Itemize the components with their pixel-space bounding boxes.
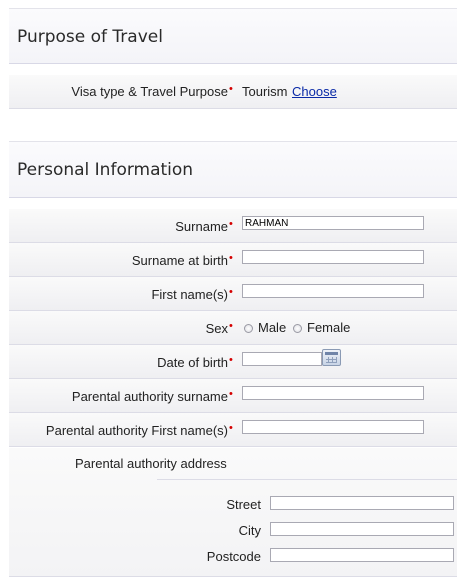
required-marker: • bbox=[229, 252, 233, 264]
parental-address-block: Parental authority address Street City P… bbox=[9, 448, 457, 577]
visa-type-row: Visa type & Travel Purpose • Tourism Cho… bbox=[9, 75, 457, 109]
first-name-row: First name(s) • bbox=[9, 277, 457, 311]
choose-visa-link[interactable]: Choose bbox=[292, 84, 337, 99]
divider bbox=[157, 479, 457, 480]
parental-surname-row: Parental authority surname • bbox=[9, 379, 457, 413]
parental-surname-label: Parental authority surname bbox=[71, 389, 228, 404]
sex-female-radio[interactable] bbox=[293, 324, 302, 333]
sex-male-radio[interactable] bbox=[244, 324, 253, 333]
street-label: Street bbox=[226, 497, 261, 512]
parental-first-name-input[interactable] bbox=[242, 420, 424, 434]
required-marker: • bbox=[229, 320, 233, 332]
parental-first-name-row: Parental authority First name(s) • bbox=[9, 413, 457, 447]
required-marker: • bbox=[229, 422, 233, 434]
city-input[interactable] bbox=[270, 522, 454, 536]
date-of-birth-row: Date of birth • bbox=[9, 345, 457, 379]
required-marker: • bbox=[229, 388, 233, 400]
sex-row: Sex • Male Female bbox=[9, 311, 457, 345]
calendar-icon[interactable] bbox=[322, 349, 341, 366]
sex-female-label[interactable]: Female bbox=[307, 320, 350, 335]
surname-input[interactable] bbox=[242, 216, 424, 230]
sex-male-label[interactable]: Male bbox=[258, 320, 286, 335]
required-marker: • bbox=[229, 83, 233, 95]
surname-row: Surname • bbox=[9, 209, 457, 243]
first-name-input[interactable] bbox=[242, 284, 424, 298]
purpose-section-title: Purpose of Travel bbox=[17, 27, 163, 47]
street-input[interactable] bbox=[270, 496, 454, 510]
date-of-birth-input[interactable] bbox=[242, 352, 322, 366]
parental-first-name-label: Parental authority First name(s) bbox=[45, 423, 228, 438]
city-label: City bbox=[238, 523, 261, 538]
personal-section-header: Personal Information bbox=[9, 141, 457, 198]
purpose-section-header: Purpose of Travel bbox=[9, 8, 457, 64]
postcode-label: Postcode bbox=[206, 549, 261, 564]
surname-at-birth-row: Surname at birth • bbox=[9, 243, 457, 277]
personal-section-title: Personal Information bbox=[17, 160, 194, 180]
surname-at-birth-label: Surname at birth bbox=[131, 253, 228, 268]
required-marker: • bbox=[229, 354, 233, 366]
sex-label: Sex bbox=[205, 321, 228, 336]
date-of-birth-label: Date of birth bbox=[157, 355, 228, 370]
parental-address-title: Parental authority address bbox=[75, 456, 227, 471]
visa-type-value: Tourism bbox=[242, 84, 288, 99]
surname-at-birth-input[interactable] bbox=[242, 250, 424, 264]
postcode-input[interactable] bbox=[270, 548, 454, 562]
required-marker: • bbox=[229, 286, 233, 298]
visa-type-label: Visa type & Travel Purpose bbox=[71, 84, 228, 99]
first-name-label: First name(s) bbox=[151, 287, 228, 302]
required-marker: • bbox=[229, 218, 233, 230]
surname-label: Surname bbox=[175, 219, 228, 234]
parental-surname-input[interactable] bbox=[242, 386, 424, 400]
